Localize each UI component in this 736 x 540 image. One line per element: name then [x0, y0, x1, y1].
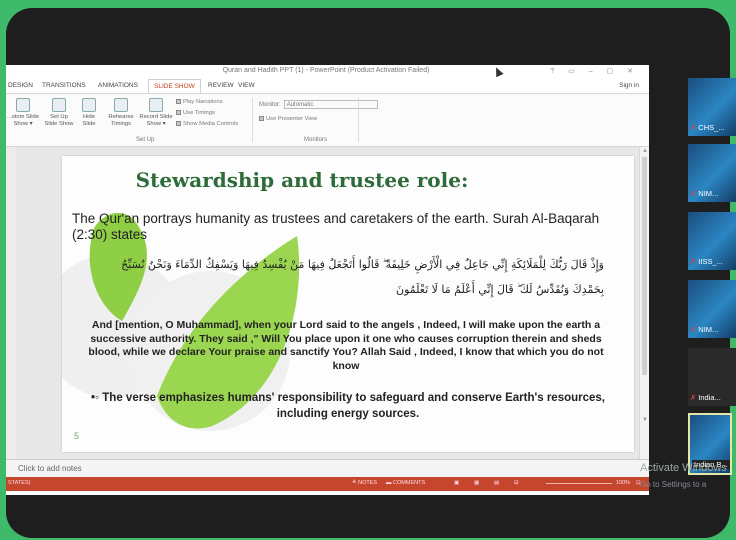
hide-slide-icon [82, 98, 96, 112]
slide-body-text: The Qur'an portrays humanity as trustees… [72, 211, 600, 242]
powerpoint-window: Quran and Hadith PPT (1) - PowerPoint (P… [6, 65, 649, 495]
monitors-group-label: Monitors [304, 137, 328, 143]
muted-mic-icon: ✗ [690, 189, 697, 198]
tab-transitions[interactable]: TRANSITIONS [42, 82, 86, 89]
tab-view[interactable]: VIEW [238, 82, 255, 89]
presenter-view-checkbox[interactable]: Use Presenter View [259, 116, 317, 122]
vertical-scrollbar[interactable]: ▲ ▼ [639, 147, 649, 459]
scroll-down-icon[interactable]: ▼ [642, 417, 648, 423]
slide-canvas: Stewardship and trustee role: The Qur'an… [6, 147, 649, 459]
activate-windows-subtext: Go to Settings to a [640, 480, 707, 489]
muted-mic-icon: ✗ [690, 393, 697, 402]
status-bar: STATES) ≙ NOTES ▬ COMMENTS ▣ ▦ ▤ ⊟ 100% … [6, 477, 649, 491]
participant-tile[interactable]: ✗ India... [688, 348, 736, 406]
scroll-up-icon[interactable]: ▲ [642, 148, 648, 154]
muted-mic-icon: ✗ [690, 325, 697, 334]
scroll-thumb[interactable] [642, 157, 647, 375]
participant-tile[interactable]: ✗ IISS_... [688, 212, 736, 270]
slide-title: Stewardship and trustee role: [135, 168, 469, 192]
slide[interactable]: Stewardship and trustee role: The Qur'an… [62, 156, 634, 452]
ribbon: ...stom Slide Show ▾ Set Up Slide Show H… [6, 93, 649, 147]
normal-view-icon[interactable]: ▣ [454, 480, 459, 486]
thumbnail-pane-edge [6, 147, 16, 459]
ribbon-separator [252, 98, 253, 142]
custom-slide-show-button[interactable]: ...stom Slide Show ▾ [6, 98, 40, 128]
checkbox-icon [176, 121, 181, 126]
muted-mic-icon: ✗ [690, 257, 697, 266]
checkbox-icon [176, 99, 181, 104]
verse-translation: And [mention, O Muhammad], when your Lor… [88, 319, 604, 372]
tab-review[interactable]: REVIEW [208, 82, 234, 89]
arabic-verse: وَإِذْ قَالَ رَبُّكَ لِلْمَلَائِكَةِ إِن… [121, 258, 604, 296]
monitor-dropdown[interactable]: Automatic [283, 100, 378, 109]
use-timings-checkbox[interactable]: Use Timings [176, 110, 215, 116]
participant-tile[interactable]: ✗ NIM... [688, 280, 736, 338]
monitor-select[interactable]: Monitor: Automatic [259, 100, 378, 109]
zoom-level[interactable]: 100% [616, 480, 630, 486]
rehearse-timings-button[interactable]: Rehearse Timings [106, 98, 136, 128]
show-media-controls-checkbox[interactable]: Show Media Controls [176, 121, 238, 127]
record-slide-show-button[interactable]: Record Slide Show ▾ [138, 98, 174, 128]
comments-toggle[interactable]: ▬ COMMENTS [386, 480, 425, 486]
tab-animations[interactable]: ANIMATIONS [98, 82, 138, 89]
zoom-slider[interactable] [546, 483, 612, 484]
slide-sorter-icon[interactable]: ▦ [474, 480, 479, 486]
play-narrations-checkbox[interactable]: Play Narrations [176, 99, 223, 105]
hide-slide-button[interactable]: Hide Slide [78, 98, 100, 128]
tab-slide-show[interactable]: SLIDE SHOW [148, 79, 201, 93]
slideshow-icon [16, 98, 30, 112]
participant-tile[interactable]: ✗ NIM... [688, 144, 736, 202]
slideshow-view-icon[interactable]: ⊟ [514, 480, 519, 486]
participant-tile[interactable]: ✗ CHS_... [688, 78, 736, 136]
stopwatch-icon [114, 98, 128, 112]
set-up-slide-show-button[interactable]: Set Up Slide Show [44, 98, 74, 128]
meeting-frame: Quran and Hadith PPT (1) - PowerPoint (P… [6, 8, 730, 538]
muted-mic-icon: ✗ [690, 123, 697, 132]
emphasis-bullet: •◦ The verse emphasizes humans' responsi… [90, 392, 605, 420]
notes-toggle[interactable]: ≙ NOTES [352, 480, 377, 486]
ribbon-separator [358, 98, 359, 142]
setup-icon [52, 98, 66, 112]
reading-view-icon[interactable]: ▤ [494, 480, 499, 486]
status-left-text: STATES) [8, 480, 31, 486]
window-title: Quran and Hadith PPT (1) - PowerPoint (P… [222, 67, 430, 74]
record-icon [149, 98, 163, 112]
window-controls[interactable]: ? ▭ – ▢ ✕ [550, 67, 639, 75]
title-bar: Quran and Hadith PPT (1) - PowerPoint (P… [6, 65, 649, 79]
activate-windows-watermark: Activate Windows [640, 462, 727, 474]
sign-in-link[interactable]: Sign in [619, 82, 639, 89]
checkbox-icon [259, 116, 264, 121]
slide-number: 5 [74, 431, 80, 441]
notes-pane[interactable]: Click to add notes [6, 459, 649, 477]
checkbox-icon [176, 110, 181, 115]
tab-design[interactable]: DESIGN [8, 82, 33, 89]
setup-group-label: Set Up [136, 137, 155, 143]
ribbon-tabs: DESIGN TRANSITIONS ANIMATIONS SLIDE SHOW… [6, 79, 649, 93]
